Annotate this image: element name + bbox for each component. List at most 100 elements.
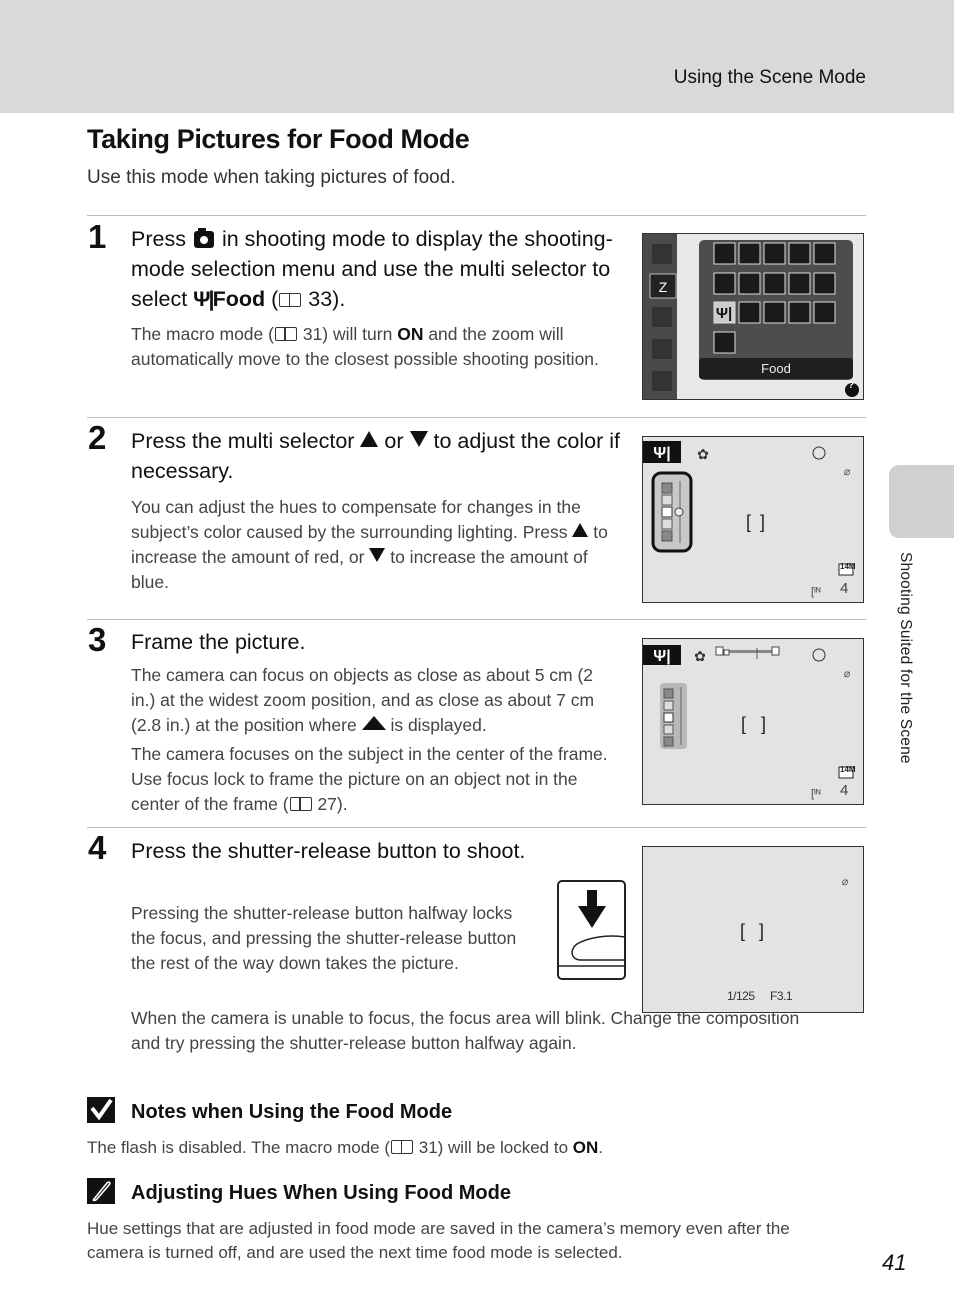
scene-icon[interactable] — [738, 272, 761, 295]
paragraph: You can adjust the hues to compensate fo… — [131, 495, 616, 595]
note-body: The flash is disabled. The macro mode ( … — [87, 1136, 847, 1160]
hue-adjust-screen: Ψ| ✿ ⌀ [ ] [ᴵᴺ 14M 4 — [642, 436, 864, 603]
smile-icon — [652, 307, 672, 327]
focus-bracket-right: ] — [759, 921, 764, 941]
auto-camera-icon — [652, 371, 672, 391]
svg-text:Z: Z — [659, 279, 668, 295]
check-icon — [87, 1097, 115, 1123]
page-number: 41 — [882, 1250, 907, 1275]
memory-icon: [ᴵᴺ — [811, 788, 821, 800]
scene-icon[interactable] — [738, 242, 761, 265]
paragraph: The camera focuses on the subject in the… — [131, 742, 621, 817]
up-triangle-icon — [572, 523, 589, 537]
text: The macro mode ( — [131, 324, 274, 344]
frames-remaining: 4 — [840, 782, 849, 799]
paragraph: When the camera is unable to focus, the … — [131, 1008, 800, 1053]
focus-bracket-left: [ — [746, 512, 751, 532]
up-triangle-icon — [360, 431, 379, 447]
scene-icon[interactable] — [813, 272, 836, 295]
text: Press the multi selector — [131, 429, 355, 453]
text: Press — [131, 227, 186, 251]
down-arrow-icon — [587, 890, 597, 906]
copy-scene-icon[interactable] — [788, 301, 811, 324]
backlight-scene-icon[interactable] — [813, 301, 836, 324]
step-heading: Frame the picture. — [131, 630, 306, 654]
step-heading: Press the shutter-release button to shoo… — [131, 839, 526, 863]
af-assist-icon: ⌀ — [842, 876, 849, 888]
shutter-press-illustration — [557, 880, 626, 980]
text: ( — [271, 287, 279, 311]
text: You can adjust the hues to compensate fo… — [131, 497, 581, 542]
image-size: 14M — [840, 562, 856, 571]
movie-icon — [652, 339, 672, 359]
museum-scene-icon[interactable] — [738, 301, 761, 324]
page-title: Taking Pictures for Food Mode — [87, 124, 470, 154]
zoom-position-marker — [723, 649, 730, 656]
note-body: Hue settings that are adjusted in food m… — [87, 1219, 790, 1262]
pencil-icon — [87, 1178, 115, 1204]
step-body: When the camera is unable to focus, the … — [131, 1006, 831, 1056]
shooting-screen: ⌀ [ ] 1/125 F3.1 — [642, 846, 864, 1013]
scene-icon[interactable] — [763, 272, 786, 295]
book-icon — [289, 797, 312, 811]
fork-knife-icon: Ψ| — [716, 305, 732, 322]
on-label: ON — [397, 324, 424, 344]
frames-remaining: 4 — [840, 580, 849, 597]
down-triangle-icon — [409, 431, 428, 447]
text: . — [598, 1138, 604, 1157]
step-heading: Press in shooting mode to display the sh… — [131, 224, 621, 314]
divider — [87, 215, 866, 216]
scene-icon[interactable] — [788, 272, 811, 295]
macro-position-icon — [361, 716, 386, 730]
book-icon — [274, 327, 297, 341]
text: The camera focuses on the subject in the… — [131, 744, 608, 814]
paragraph: The macro mode ( 31) will turn ON and th… — [131, 322, 616, 372]
note-heading: Adjusting Hues When Using Food Mode — [131, 1182, 511, 1204]
text: The flash is disabled. The macro mode ( — [87, 1138, 390, 1157]
divider — [87, 827, 866, 828]
step-number: 3 — [88, 621, 107, 658]
step-number: 2 — [88, 419, 107, 456]
shooting-screen-graphic: ⌀ [ ] — [740, 876, 849, 941]
scene-icon[interactable] — [713, 272, 736, 295]
scene-auto-icon — [652, 244, 672, 264]
fireworks-scene-icon[interactable] — [763, 301, 786, 324]
book-icon — [279, 293, 302, 307]
side-tab — [889, 465, 954, 538]
focus-bracket-left: [ — [741, 714, 746, 734]
page-ref: 33). — [308, 287, 346, 311]
on-label: ON — [572, 1138, 599, 1157]
scene-icon[interactable] — [813, 242, 836, 265]
divider — [87, 417, 866, 418]
shutter-speed: 1/125 — [727, 989, 755, 1003]
macro-icon: ✿ — [697, 446, 709, 462]
scene-icon[interactable] — [763, 242, 786, 265]
text: 31) will be locked to — [418, 1138, 569, 1157]
camera-icon — [193, 228, 214, 248]
aperture: F3.1 — [770, 989, 793, 1003]
side-tab-label: Shooting Suited for the Scene — [897, 552, 914, 764]
af-assist-icon: ⌀ — [844, 466, 851, 478]
scene-icon[interactable] — [713, 242, 736, 265]
memory-icon: [ᴵᴺ — [811, 586, 821, 598]
step-body: You can adjust the hues to compensate fo… — [131, 495, 616, 599]
hue-step — [661, 482, 673, 494]
text: or — [384, 429, 404, 453]
note-heading: Notes when Using the Food Mode — [131, 1101, 453, 1123]
hue-step — [661, 518, 673, 530]
scene-icon[interactable] — [788, 242, 811, 265]
food-icon: Ψ| — [193, 287, 214, 311]
hue-step — [661, 494, 673, 506]
frame-picture-screen: Ψ| ✿ ⌀ [ ] [ᴵᴺ 14M 4 — [642, 638, 864, 805]
book-icon — [391, 1140, 413, 1154]
focus-bracket-right: ] — [761, 714, 766, 734]
help-mark: ? — [848, 380, 855, 391]
vr-icon — [812, 648, 826, 662]
image-size: 14M — [840, 765, 856, 774]
svg-text:Ψ|: Ψ| — [653, 648, 670, 665]
step-body: The macro mode ( 31) will turn ON and th… — [131, 322, 616, 376]
step-heading: Press the multi selector or to adjust th… — [131, 426, 621, 486]
focus-bracket-right: ] — [760, 512, 765, 532]
scene-menu-screen: Z Ψ| Food ? — [642, 233, 864, 400]
panorama-scene-icon[interactable] — [713, 331, 736, 354]
